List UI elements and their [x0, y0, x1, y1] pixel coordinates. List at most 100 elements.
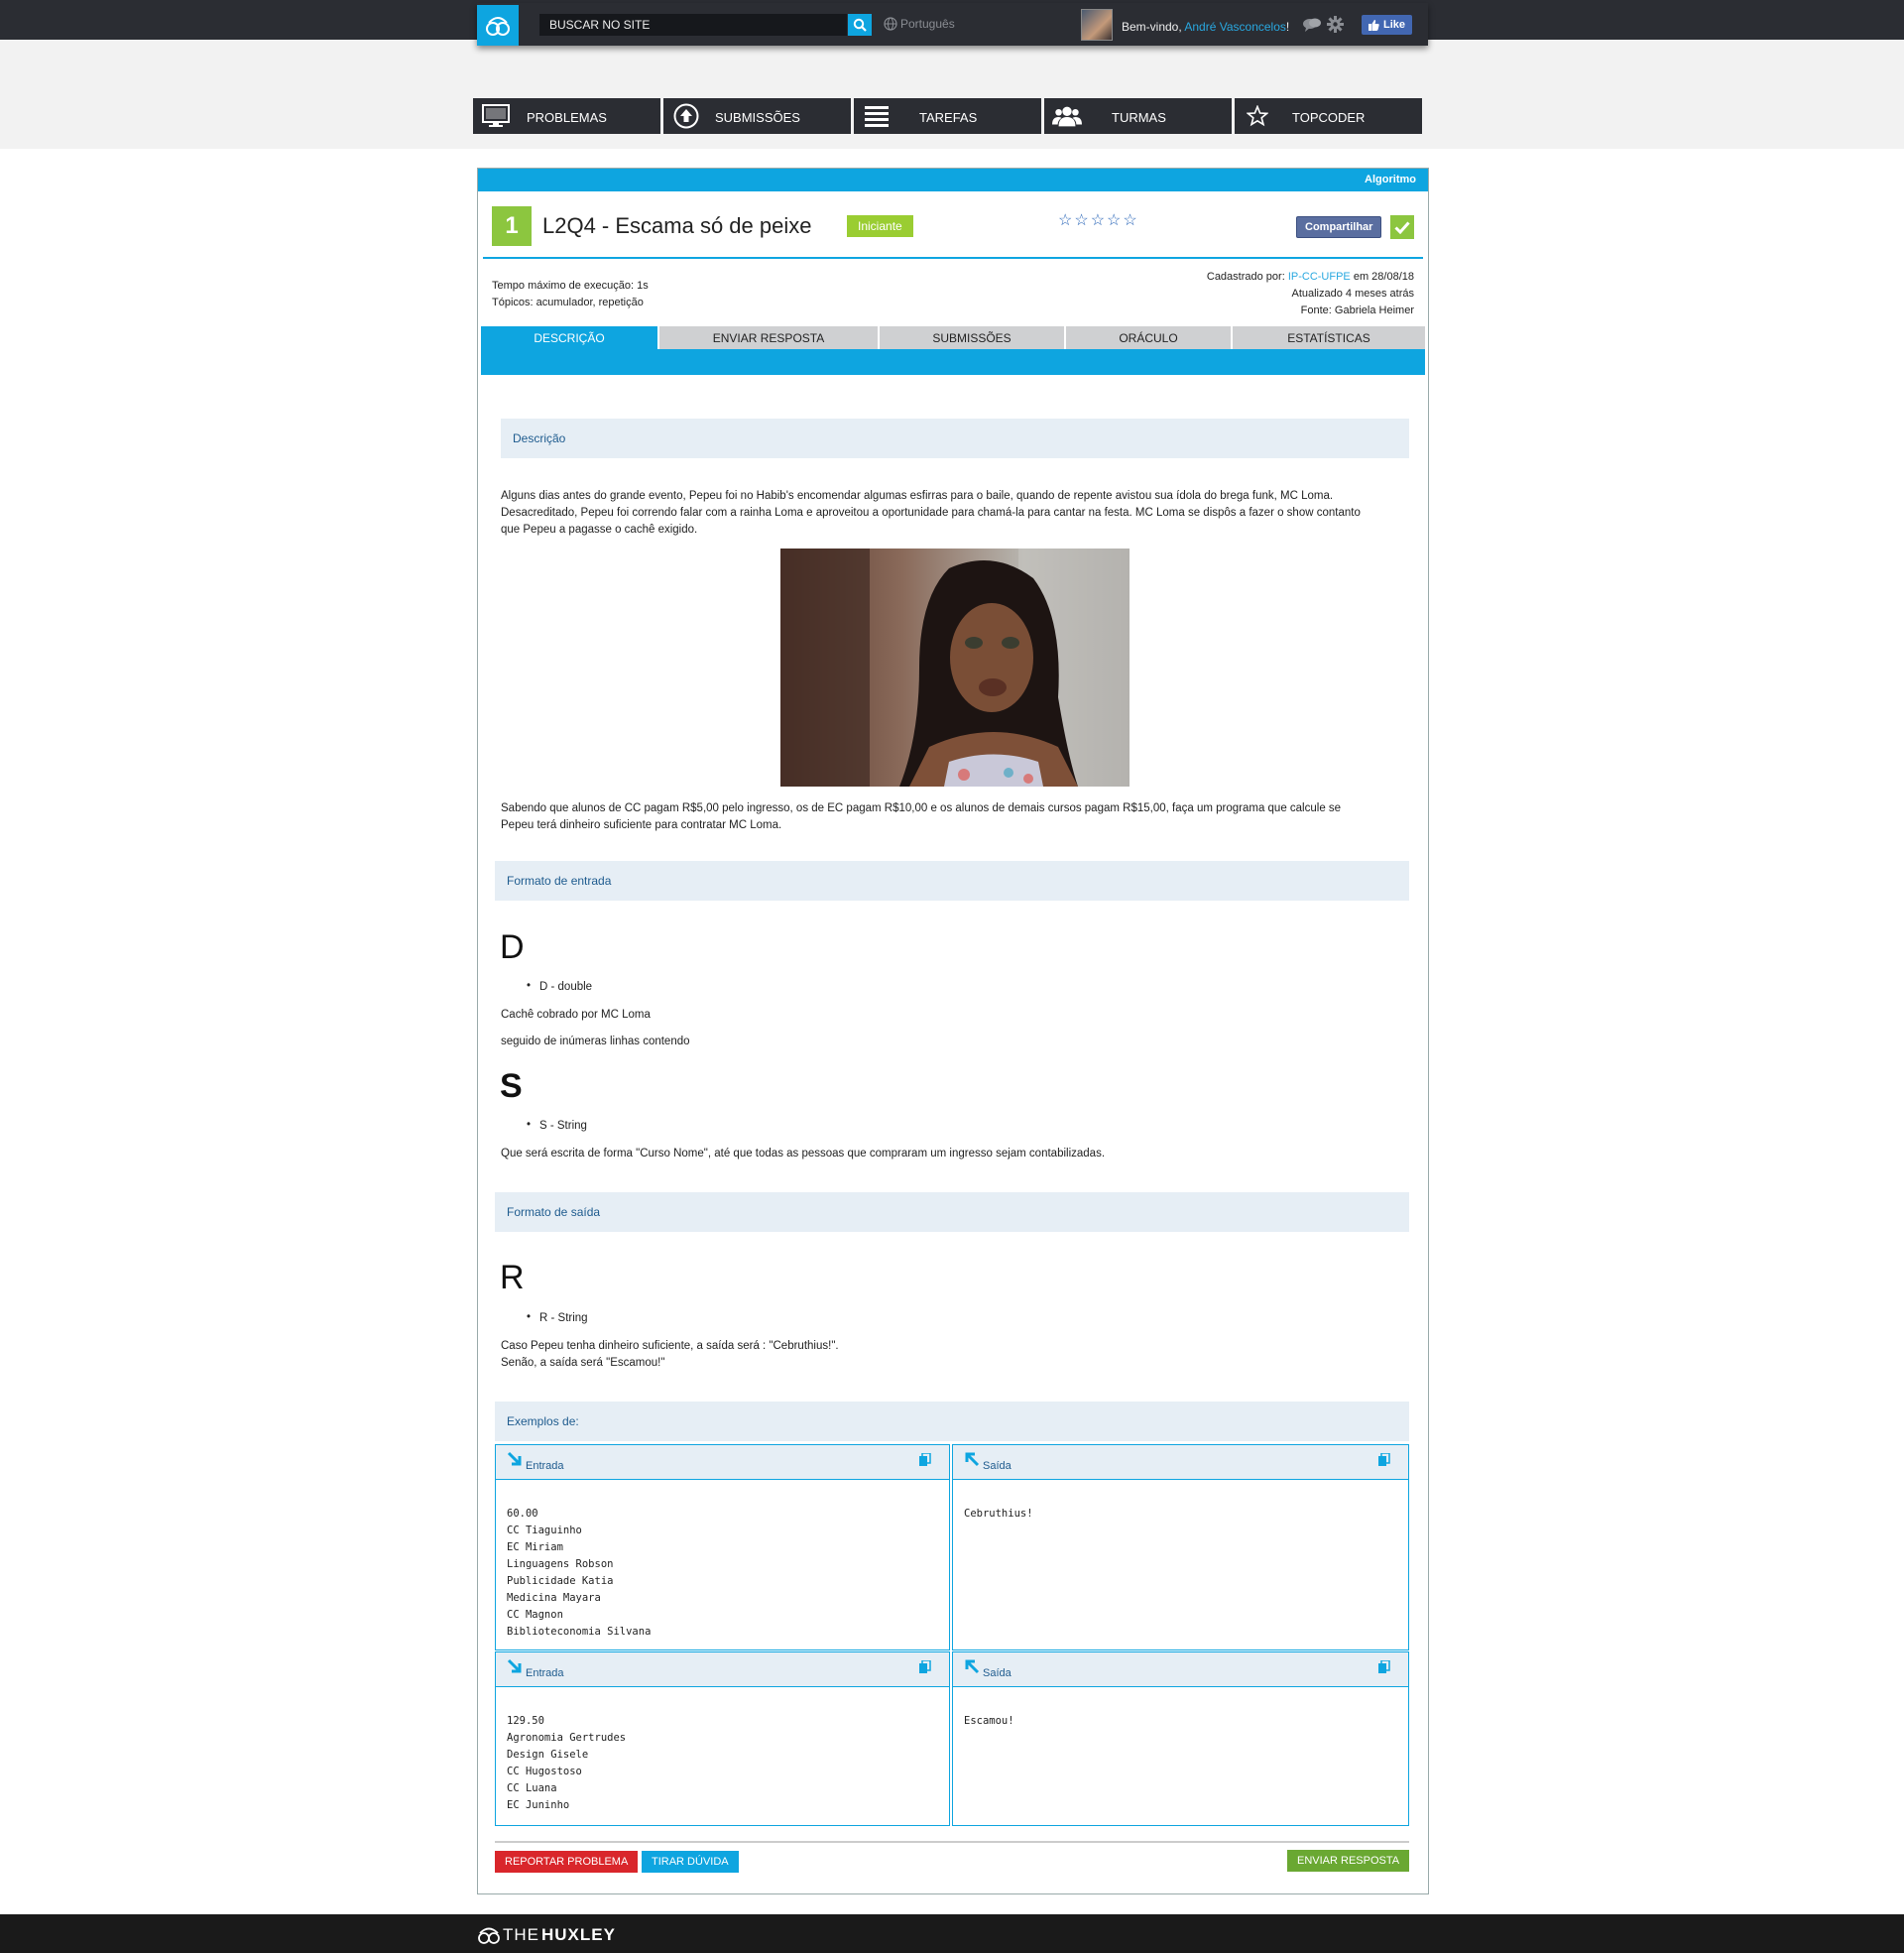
header: Português Bem-vindo, André Vasconcelos! [477, 3, 1428, 46]
example-input-label: Entrada [526, 1460, 564, 1472]
topics: Tópicos: acumulador, repetição [492, 297, 644, 308]
level-badge: 1 [492, 206, 532, 246]
output-line: Senão, a saída será "Escamou!" [501, 1357, 665, 1369]
nav-item-tarefas[interactable]: TAREFAS [854, 98, 1041, 134]
arrow-down-right-icon [507, 1451, 523, 1470]
monitor-icon [481, 102, 511, 130]
welcome-text: Bem-vindo, André Vasconcelos! [1122, 20, 1289, 34]
site-logo[interactable] [477, 5, 519, 46]
updated-text: Atualizado 4 meses atrás [1291, 288, 1414, 300]
list-icon [862, 102, 892, 130]
tab-descricao[interactable]: DESCRIÇÃO [481, 326, 657, 349]
example-header: Saída [953, 1652, 1408, 1687]
share-button[interactable]: Compartilhar [1296, 216, 1382, 238]
copy-icon[interactable] [1377, 1659, 1390, 1677]
nav-label-topcoder: TOPCODER [1292, 110, 1366, 125]
arrow-up-left-icon [964, 1451, 980, 1470]
footer-logo[interactable]: THE HUXLEY [477, 1925, 616, 1945]
arrow-down-right-icon [507, 1658, 523, 1677]
problem-limits: Tempo máximo de execução: 1s Tópicos: ac… [492, 278, 649, 311]
category-label[interactable]: Algoritmo [1365, 174, 1416, 185]
problem-tabs: DESCRIÇÃO ENVIAR RESPOSTA SUBMISSÕES ORÁ… [481, 326, 1425, 375]
welcome-suffix: ! [1285, 20, 1290, 34]
copy-icon[interactable] [918, 1452, 931, 1470]
nav-label-tarefas: TAREFAS [919, 110, 978, 125]
huxley-logo-icon [486, 16, 510, 36]
registered-prefix: Cadastrado por: [1206, 271, 1285, 283]
report-problem-button[interactable]: REPORTAR PROBLEMA [495, 1851, 639, 1873]
description-line: que Pepeu a pagasse o cachê exigido. [501, 524, 698, 536]
search-icon [853, 18, 867, 32]
output-bullet-r: R - String [527, 1311, 587, 1324]
problem-image [780, 549, 1130, 787]
input-bullet-d: D - double [527, 980, 592, 993]
footer-brand-the: THE [503, 1925, 539, 1944]
input-text-3: Que será escrita de forma "Curso Nome", … [501, 1148, 1106, 1160]
example-output-text: Escamou! [964, 1715, 1014, 1727]
upload-icon [671, 102, 701, 130]
title-divider [483, 257, 1423, 259]
nav-item-turmas[interactable]: TURMAS [1044, 98, 1232, 134]
example-2-output: Saída Escamou! [952, 1651, 1409, 1826]
output-letter-r: R [500, 1259, 525, 1296]
welcome-prefix: Bem-vindo, [1122, 20, 1182, 34]
description-line: Desacreditado, Pepeu foi correndo falar … [501, 507, 1361, 519]
nav-item-problemas[interactable]: PROBLEMAS [473, 98, 660, 134]
star-icon [1243, 102, 1272, 130]
thumbs-up-icon [1368, 19, 1379, 31]
user-name-link[interactable]: André Vasconcelos [1184, 20, 1286, 34]
copy-icon[interactable] [918, 1659, 931, 1677]
example-input-text: 60.00 CC Tiaguinho EC Miriam Linguagens … [507, 1508, 652, 1638]
author-link[interactable]: IP-CC-UFPE [1288, 271, 1351, 283]
ask-question-button[interactable]: TIRAR DÚVIDA [642, 1851, 739, 1873]
example-header: Entrada [496, 1445, 949, 1480]
description-paragraph-1: Alguns dias antes do grande evento, Pepe… [501, 488, 1361, 539]
section-heading-descricao: Descrição [501, 419, 1409, 458]
input-letter-d: D [500, 928, 525, 966]
level-tag: Iniciante [847, 215, 913, 237]
main-nav: PROBLEMAS SUBMISSÕES TAREFAS TURMAS TOPC… [473, 98, 1422, 134]
tab-enviar-resposta[interactable]: ENVIAR RESPOSTA [657, 326, 878, 349]
input-text-1: Cachê cobrado por MC Loma [501, 1009, 651, 1021]
input-bullet-s: S - String [527, 1119, 587, 1132]
site-footer: THE HUXLEY [0, 1914, 1904, 1953]
example-1-input: Entrada 60.00 CC Tiaguinho EC Miriam Lin… [495, 1444, 950, 1650]
gear-icon[interactable] [1327, 16, 1344, 38]
check-icon [1390, 215, 1414, 239]
rating-stars[interactable]: ☆☆☆☆☆ [1058, 210, 1139, 230]
language-selector[interactable]: Português [884, 17, 955, 31]
nav-item-submissoes[interactable]: SUBMISSÕES [663, 98, 851, 134]
footer-divider [495, 1841, 1409, 1843]
avatar[interactable] [1081, 9, 1113, 41]
like-label: Like [1382, 19, 1405, 31]
description-line: Pepeu terá dinheiro suficiente para cont… [501, 819, 782, 831]
copy-icon[interactable] [1377, 1452, 1390, 1470]
tab-submissoes[interactable]: SUBMISSÕES [878, 326, 1064, 349]
registered-date: em 28/08/18 [1353, 271, 1414, 283]
problem-panel: Algoritmo 1 L2Q4 - Escama só de peixe In… [477, 168, 1429, 1894]
problem-meta: Cadastrado por: IP-CC-UFPE em 28/08/18 A… [1207, 269, 1414, 319]
nav-item-topcoder[interactable]: TOPCODER [1235, 98, 1422, 134]
output-text: Caso Pepeu tenha dinheiro suficiente, a … [501, 1338, 839, 1372]
example-header: Saída [953, 1445, 1408, 1480]
search-button[interactable] [848, 14, 872, 36]
language-label: Português [900, 17, 955, 31]
example-output-label: Saída [983, 1667, 1012, 1679]
example-input-text: 129.50 Agronomia Gertrudes Design Gisele… [507, 1715, 627, 1811]
section-heading-entrada: Formato de entrada [495, 861, 1409, 901]
facebook-like-button[interactable]: Like [1362, 15, 1412, 35]
messages-icon[interactable] [1302, 17, 1322, 38]
arrow-up-left-icon [964, 1658, 980, 1677]
description-line: Sabendo que alunos de CC pagam R$5,00 pe… [501, 802, 1342, 814]
input-letter-s: S [500, 1067, 523, 1105]
example-output-label: Saída [983, 1460, 1012, 1472]
tab-estatisticas[interactable]: ESTATÍSTICAS [1231, 326, 1425, 349]
submit-answer-button[interactable]: ENVIAR RESPOSTA [1287, 1850, 1410, 1872]
problem-title: L2Q4 - Escama só de peixe [542, 213, 812, 238]
input-text-2: seguido de inúmeras linhas contendo [501, 1036, 690, 1047]
footer-brand-huxley: HUXLEY [541, 1925, 616, 1944]
example-header: Entrada [496, 1652, 949, 1687]
search-input[interactable] [539, 14, 847, 36]
example-output-text: Cebruthius! [964, 1508, 1033, 1520]
tab-oraculo[interactable]: ORÁCULO [1064, 326, 1231, 349]
